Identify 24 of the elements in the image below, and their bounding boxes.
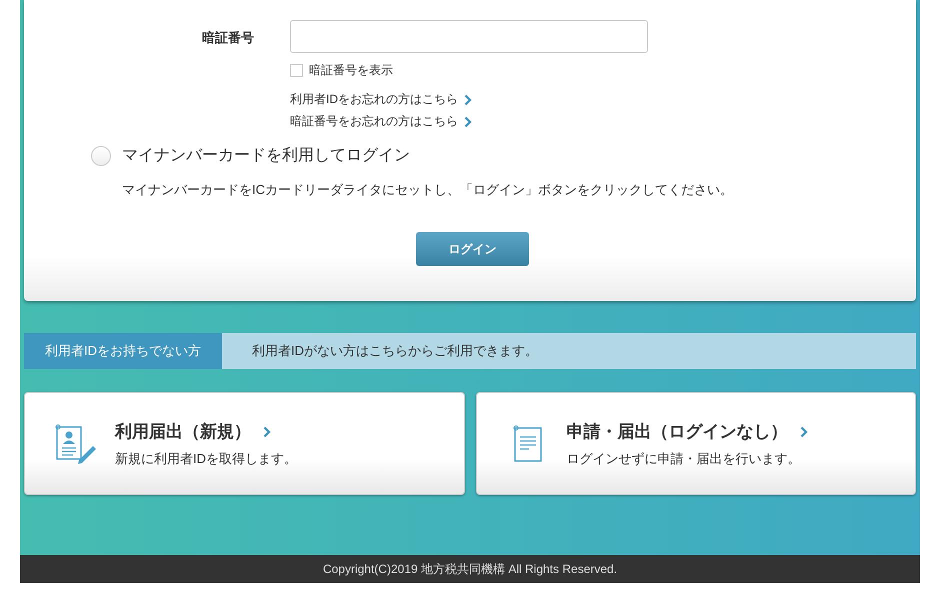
card-description: ログインせずに申請・届出を行います。 [566, 450, 802, 468]
help-link[interactable]: 利用者IDをお忘れの方はこちら [290, 91, 472, 108]
document-icon [512, 424, 542, 462]
card-title: 申請・届出（ログインなし） [566, 421, 788, 443]
banner-heading: 利用者IDをお持ちでない方 [24, 333, 222, 369]
field-label: 暗証番号 [201, 29, 254, 47]
chevron-right-icon [464, 94, 472, 106]
password-field[interactable] [290, 20, 648, 53]
footer: Copyright(C)2019 地方税共同機構 All Rights Reserved. [20, 555, 920, 583]
checkbox[interactable] [290, 64, 303, 76]
service-card[interactable]: 申請・届出（ログインなし） ログインせずに申請・届出を行います。 [476, 392, 916, 495]
profile-document-icon [55, 424, 97, 464]
card-title: 利用届出（新規） [115, 421, 251, 443]
help-link[interactable]: 暗証番号をお忘れの方はこちら [290, 113, 472, 130]
chevron-right-icon [263, 426, 271, 438]
radio-label: マイナンバーカードを利用してログイン [122, 146, 410, 166]
radio-button[interactable] [91, 146, 111, 166]
chevron-right-icon [464, 116, 472, 128]
instruction-text: マイナンバーカードをICカードリーダライタにセットし、「ログイン」ボタンをクリックしてください。 [122, 181, 734, 199]
card-description: 新規に利用者IDを取得します。 [115, 450, 297, 468]
service-card[interactable]: 利用届出（新規） 新規に利用者IDを取得します。 [24, 392, 464, 495]
checkbox-label: 暗証番号を表示 [309, 62, 393, 79]
chevron-right-icon [800, 426, 808, 438]
banner-text: 利用者IDがない方はこちらからご利用できます。 [222, 333, 916, 369]
